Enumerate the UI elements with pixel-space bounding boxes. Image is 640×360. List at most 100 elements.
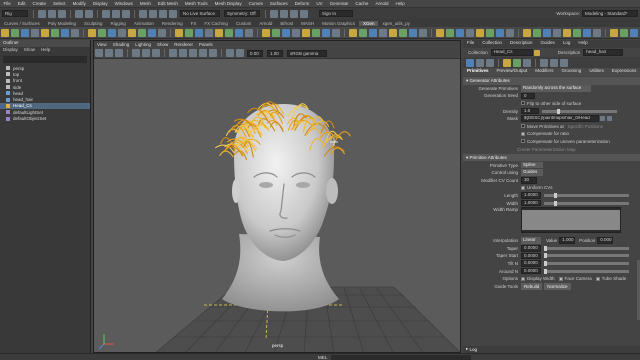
workspace-dropdown[interactable]: Modeling - Standard*: [582, 10, 638, 17]
ramp-value-input[interactable]: 1.000: [559, 237, 576, 244]
import-icon[interactable]: [476, 58, 484, 67]
shelf-tab-curves-surfaces[interactable]: Curves / Surfaces: [0, 21, 44, 26]
grid-toggle-icon[interactable]: [132, 49, 140, 57]
open-scene-icon[interactable]: [48, 9, 56, 18]
shelf-tool-n-icon[interactable]: [486, 28, 494, 37]
shelf-tool-u-icon[interactable]: [563, 28, 571, 37]
shelf-tab-fx[interactable]: FX: [187, 21, 201, 26]
shelf-tool-z-icon[interactable]: [620, 28, 628, 37]
sign-in-button[interactable]: Sign In: [319, 10, 353, 17]
menu-item-help[interactable]: Help: [395, 1, 404, 6]
clear-preview-icon[interactable]: [523, 58, 531, 67]
shelf-tab-arnold[interactable]: Arnold: [255, 21, 276, 26]
shelf-tool-w-icon[interactable]: [583, 28, 591, 37]
shelf-tool-e-icon[interactable]: [389, 28, 397, 37]
viewport-menu-renderer[interactable]: Renderer: [174, 42, 193, 47]
display-width-checkbox[interactable]: [521, 276, 525, 281]
shelf-tool-i-icon[interactable]: [436, 28, 444, 37]
menu-item-select[interactable]: Select: [53, 1, 66, 6]
flip-guides-icon[interactable]: [312, 28, 320, 37]
menu-item-cache[interactable]: Cache: [355, 1, 368, 6]
viewport-menu-panels[interactable]: Panels: [199, 42, 213, 47]
shelf-tool-r-icon[interactable]: [533, 28, 541, 37]
far-clip-field[interactable]: 1.00: [267, 49, 283, 57]
camera-attributes-icon[interactable]: [105, 49, 113, 57]
select-component-icon[interactable]: [122, 9, 130, 18]
groom-clump-icon[interactable]: [118, 28, 126, 37]
export-collection-icon[interactable]: [31, 28, 39, 37]
shelf-tool-g-icon[interactable]: [409, 28, 417, 37]
outliner-menu-show[interactable]: Show: [24, 47, 35, 54]
menu-item-arnold[interactable]: Arnold: [375, 1, 388, 6]
menu-item-surfaces[interactable]: Surfaces: [270, 1, 288, 6]
ipr-render-icon[interactable]: [280, 9, 288, 18]
select-camera-icon[interactable]: [95, 49, 103, 57]
shelf-tool-x-icon[interactable]: [593, 28, 601, 37]
collection-dropdown[interactable]: Head_Cs: [490, 49, 533, 56]
xgen-tab-preview-output[interactable]: Preview/Output: [497, 68, 528, 76]
render-settings-icon[interactable]: [290, 9, 298, 18]
redo-icon[interactable]: [85, 9, 93, 18]
snap-grid-icon[interactable]: [139, 9, 147, 18]
shelf-tool-o-icon[interactable]: [496, 28, 504, 37]
menu-item-display[interactable]: Display: [93, 1, 108, 6]
resolution-gate-icon[interactable]: [152, 49, 160, 57]
viewport-menu-shading[interactable]: Shading: [113, 42, 130, 47]
shelf-tool-y-icon[interactable]: [610, 28, 618, 37]
viewport-menu-lighting[interactable]: Lighting: [135, 42, 151, 47]
around-input[interactable]: 0.0000: [521, 267, 541, 275]
shelf-tool-s-icon[interactable]: [543, 28, 551, 37]
shelf-tool-m-icon[interactable]: [476, 28, 484, 37]
groom-comb-icon[interactable]: [98, 28, 106, 37]
bookmark-icon[interactable]: [115, 49, 123, 57]
primitive-section-header[interactable]: ▾ Primitive Attributes: [463, 153, 640, 162]
around-slider[interactable]: [544, 268, 629, 274]
xgen-menu-guides[interactable]: Guides: [541, 40, 555, 48]
viewport-menu-view[interactable]: View: [97, 42, 107, 47]
gen-primitives-dropdown[interactable]: Randomly across the surface: [521, 85, 591, 92]
menu-item-windows[interactable]: Windows: [115, 1, 133, 6]
film-gate-icon[interactable]: [142, 49, 150, 57]
preview-icon[interactable]: [503, 58, 511, 67]
near-clip-field[interactable]: 0.00: [247, 49, 263, 57]
rebuild-guides-icon[interactable]: [282, 28, 290, 37]
shelf-tool-b-icon[interactable]: [359, 28, 367, 37]
guide-select-icon[interactable]: [61, 28, 69, 37]
length-slider[interactable]: [544, 193, 629, 199]
transfer-guides-icon[interactable]: [322, 28, 330, 37]
snap-curve-icon[interactable]: [149, 9, 157, 18]
xgen-menu-description[interactable]: Description: [510, 40, 533, 48]
isolate-select-icon[interactable]: [236, 49, 244, 57]
menu-item-mesh-display[interactable]: Mesh Display: [215, 1, 242, 6]
snap-view-icon[interactable]: [169, 9, 177, 18]
export-icon[interactable]: [486, 58, 494, 67]
viewport-menu-show[interactable]: Show: [157, 42, 168, 47]
menu-item-mesh-tools[interactable]: Mesh Tools: [185, 1, 208, 6]
shelf-tab-poly-modeling[interactable]: Poly Modeling: [44, 21, 80, 26]
tilt-slider[interactable]: [544, 260, 629, 266]
shelf-tool-f-icon[interactable]: [399, 28, 407, 37]
xgen-menu-collection[interactable]: Collection: [482, 40, 502, 48]
shelf-tab-custom[interactable]: Custom: [232, 21, 256, 26]
menu-item-create[interactable]: Create: [33, 1, 47, 6]
hypershade-icon[interactable]: [300, 9, 308, 18]
xgen-menu-file[interactable]: File: [467, 40, 474, 48]
menu-item-edit-mesh[interactable]: Edit Mesh: [158, 1, 178, 6]
xgen-menu-log[interactable]: Log: [563, 40, 571, 48]
shelf-tool-aa-icon[interactable]: [630, 28, 638, 37]
shelf-tab-fx-caching[interactable]: FX Caching: [200, 21, 232, 26]
width-slider[interactable]: [544, 200, 629, 206]
control-dropdown[interactable]: Guides: [521, 169, 543, 176]
outliner-search-input[interactable]: [3, 56, 87, 63]
shelf-tool-v-icon[interactable]: [573, 28, 581, 37]
menu-item-edit[interactable]: Edit: [18, 1, 26, 6]
command-language-label[interactable]: MEL: [318, 355, 327, 360]
update-preview-icon[interactable]: [513, 58, 521, 67]
color-space-dropdown[interactable]: sRGB gamma: [287, 49, 327, 57]
use-lights-icon[interactable]: [199, 49, 207, 57]
tube-shade-checkbox[interactable]: [595, 276, 600, 281]
prim-type-dropdown[interactable]: Spline: [521, 161, 543, 169]
density-slider[interactable]: [542, 108, 617, 114]
viewport-scene[interactable]: [94, 59, 461, 353]
create-description-icon[interactable]: [11, 28, 19, 37]
